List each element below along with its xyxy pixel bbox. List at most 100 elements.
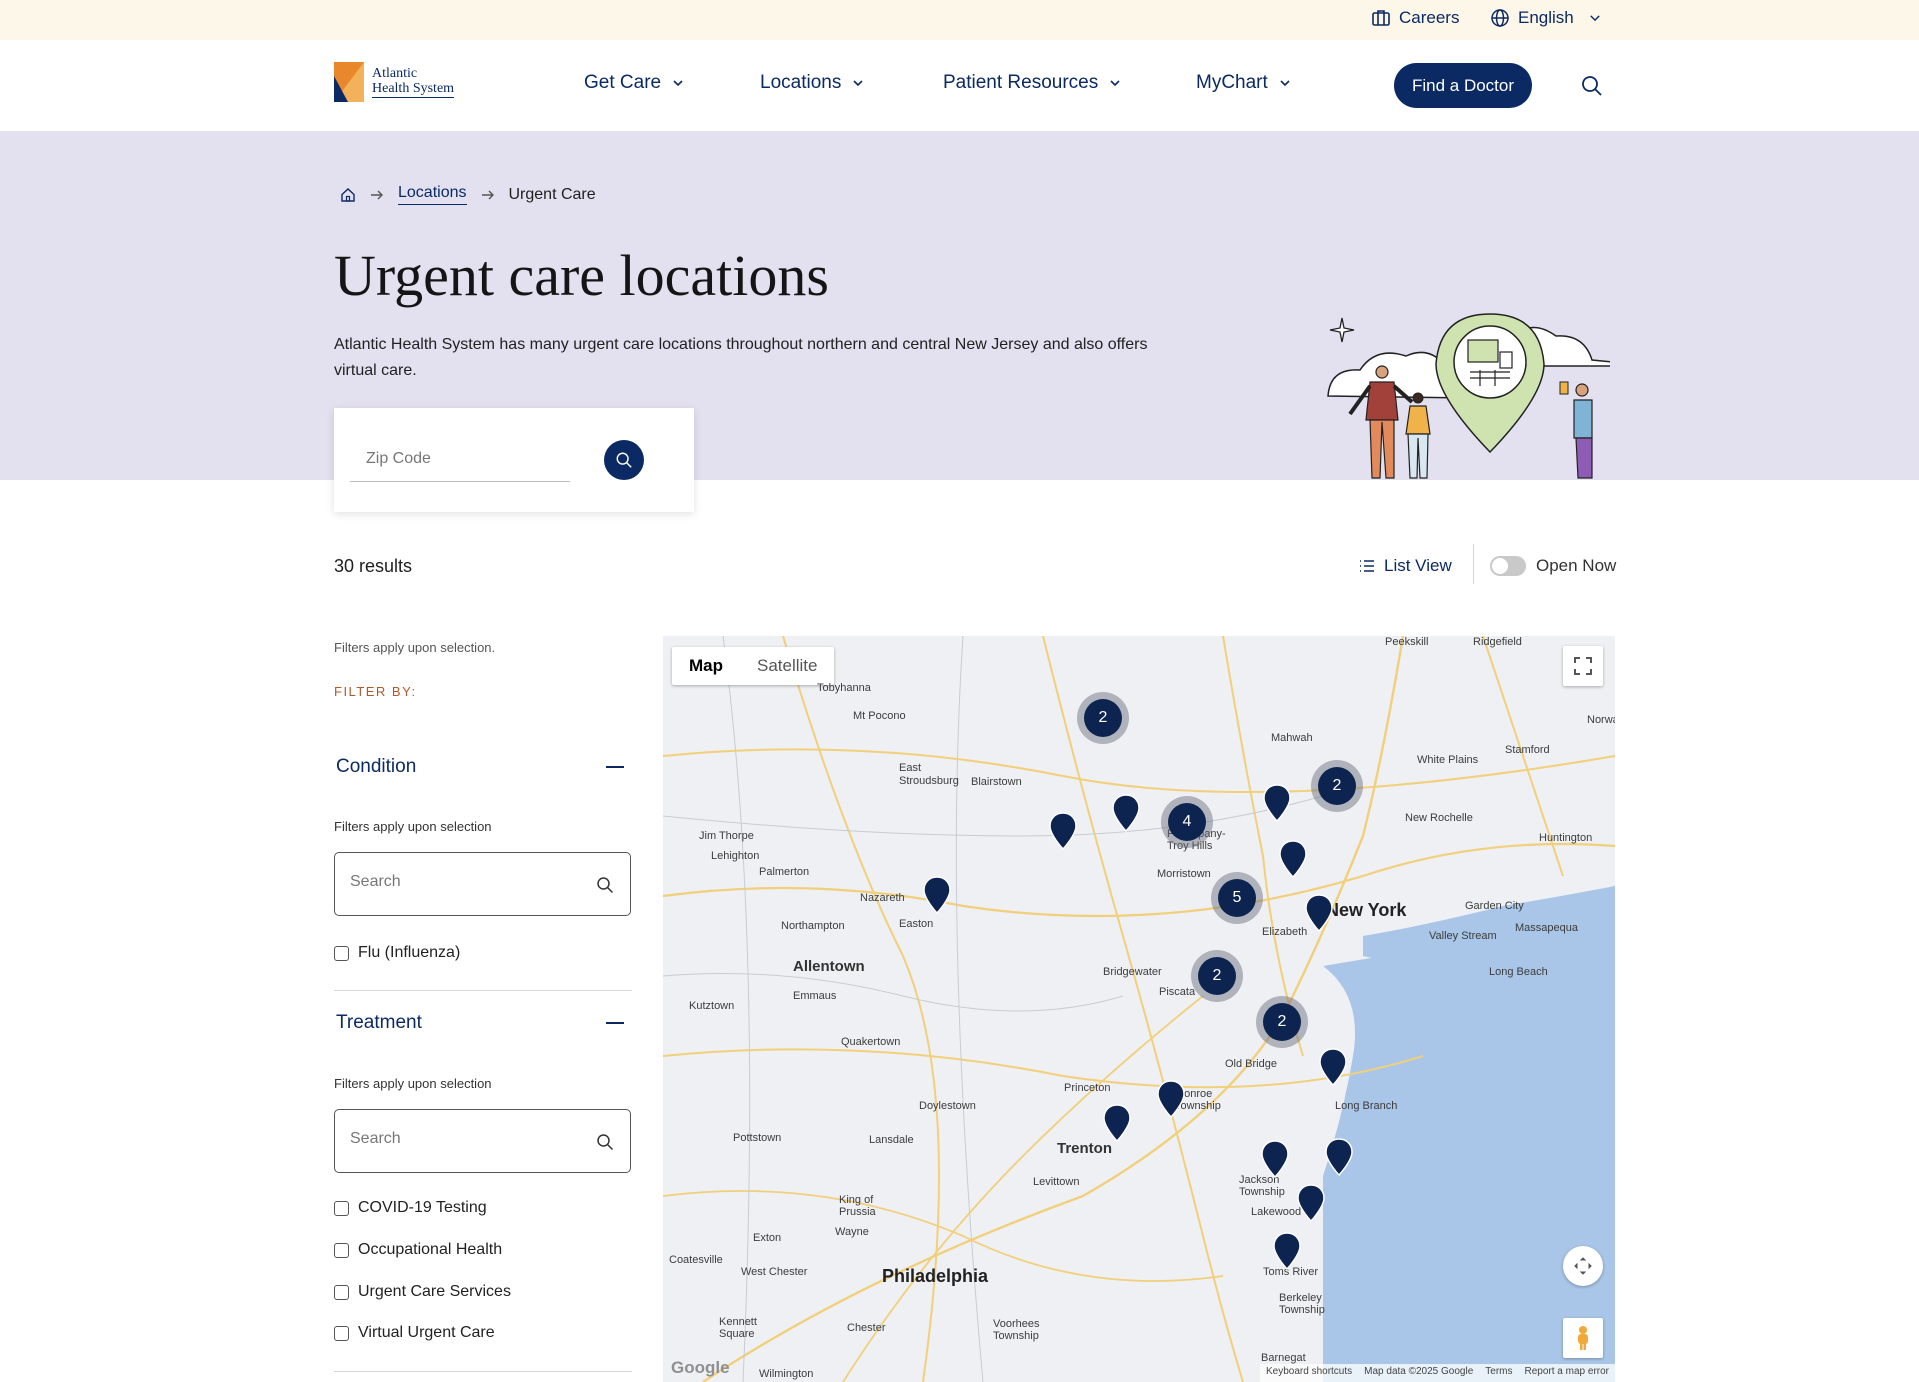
map-label-northampton: Northampton	[781, 920, 845, 932]
list-view-button[interactable]: List View	[1358, 556, 1452, 576]
nav-get-care-label: Get Care	[584, 72, 662, 93]
nav-get-care[interactable]: Get Care	[584, 72, 685, 94]
filter-option-occupational-health[interactable]: Occupational Health	[334, 1241, 502, 1259]
filter-option-label: Flu (Influenza)	[358, 944, 461, 961]
location-pin[interactable]	[1279, 840, 1307, 878]
terms-link[interactable]: Terms	[1485, 1366, 1512, 1380]
condition-search-input[interactable]	[350, 873, 570, 891]
location-pin[interactable]	[923, 876, 951, 914]
keyboard-shortcuts-link[interactable]: Keyboard shortcuts	[1266, 1366, 1352, 1380]
map-label-huntington: Huntington	[1539, 832, 1593, 844]
search-icon[interactable]	[1581, 75, 1603, 97]
condition-title: Condition	[336, 756, 417, 777]
location-pin[interactable]	[1049, 812, 1077, 850]
treatment-search-field	[334, 1109, 631, 1173]
map-cluster[interactable]: 4	[1161, 796, 1213, 848]
map-label-pottstown: Pottstown	[733, 1132, 782, 1144]
checkbox[interactable]	[334, 945, 349, 961]
map-label-massapequa: Massapequa	[1515, 922, 1578, 934]
careers-link[interactable]: Careers	[1371, 8, 1459, 28]
fullscreen-button[interactable]	[1563, 646, 1603, 686]
utility-bar: Careers English	[0, 0, 1919, 40]
map-cluster[interactable]: 2	[1256, 996, 1308, 1048]
cluster-count: 2	[1318, 767, 1356, 805]
site-header: Atlantic Health System Get Care Location…	[0, 40, 1919, 132]
map-attribution: Keyboard shortcuts Map data ©2025 Google…	[1259, 1364, 1615, 1382]
location-pin[interactable]	[1305, 894, 1333, 932]
map-label-norwalk: Norwalk	[1587, 714, 1615, 726]
checkbox[interactable]	[334, 1200, 349, 1216]
checkbox[interactable]	[334, 1325, 349, 1341]
map-label-levittown: Levittown	[1033, 1176, 1080, 1188]
location-pin[interactable]	[1319, 1048, 1347, 1086]
location-pin[interactable]	[1261, 1140, 1289, 1178]
cluster-count: 2	[1084, 699, 1122, 737]
map-label-coatesville: Coatesville	[669, 1254, 723, 1266]
map-label-wayne: Wayne	[835, 1226, 869, 1238]
map-label-stamford: Stamford	[1505, 744, 1550, 756]
map-label-jim-thorpe: Jim Thorpe	[699, 830, 754, 842]
page-title: Urgent care locations	[334, 243, 829, 308]
nav-mychart[interactable]: MyChart	[1196, 72, 1292, 94]
map-cluster[interactable]: 2	[1191, 950, 1243, 1002]
street-view-pegman[interactable]	[1563, 1318, 1603, 1358]
nav-locations[interactable]: Locations	[760, 72, 865, 94]
search-icon	[597, 877, 614, 894]
nav-patient-resources[interactable]: Patient Resources	[943, 72, 1122, 94]
treatment-search-input[interactable]	[350, 1130, 570, 1148]
map-label-allentown: Allentown	[793, 958, 865, 975]
filter-option-covid-testing[interactable]: COVID-19 Testing	[334, 1199, 487, 1217]
location-pin[interactable]	[1157, 1080, 1185, 1118]
open-now-toggle[interactable]	[1490, 556, 1526, 576]
treatment-section-toggle[interactable]: Treatment	[334, 1012, 632, 1034]
language-selector[interactable]: English	[1490, 8, 1602, 28]
map-label-palmerton: Palmerton	[759, 866, 810, 878]
map-label-lakewood: Lakewood	[1251, 1206, 1302, 1218]
arrow-right-icon	[481, 190, 494, 199]
zip-code-input[interactable]	[350, 436, 570, 482]
map-data-text: Map data ©2025 Google	[1364, 1366, 1474, 1377]
condition-filter-note: Filters apply upon selection	[334, 819, 492, 834]
filter-option-label: Occupational Health	[358, 1241, 503, 1258]
location-pin[interactable]	[1103, 1104, 1131, 1142]
nav-locations-label: Locations	[760, 72, 842, 93]
section-divider	[334, 1371, 632, 1372]
map-label-peekskill: Peekskill	[1385, 636, 1429, 648]
locations-map[interactable]: Map Satellite New York Philadelphia Tren…	[663, 636, 1615, 1382]
map-label-elizabeth: Elizabeth	[1262, 926, 1308, 938]
language-label: English	[1518, 8, 1574, 27]
map-cluster[interactable]: 2	[1077, 692, 1129, 744]
map-tab-map[interactable]: Map	[672, 647, 740, 685]
filter-option-label: COVID-19 Testing	[358, 1199, 487, 1216]
site-logo[interactable]: Atlantic Health System	[334, 62, 455, 102]
logo-line-2: Health System	[372, 81, 455, 98]
location-pin[interactable]	[1263, 784, 1291, 822]
map-tab-satellite[interactable]: Satellite	[740, 647, 834, 685]
map-label-new-rochelle: New Rochelle	[1405, 812, 1473, 824]
open-now-toggle-group: Open Now	[1490, 556, 1616, 576]
report-map-error-link[interactable]: Report a map error	[1525, 1366, 1609, 1380]
location-pin[interactable]	[1112, 794, 1140, 832]
filter-option-virtual-urgent-care[interactable]: Virtual Urgent Care	[334, 1324, 495, 1342]
zip-search-button[interactable]	[604, 440, 644, 480]
map-cluster[interactable]: 2	[1311, 760, 1363, 812]
chevron-down-icon	[1280, 80, 1290, 87]
map-label-new-york: New York	[1326, 900, 1407, 920]
map-pan-control[interactable]	[1563, 1246, 1603, 1286]
condition-section-toggle[interactable]: Condition	[334, 756, 632, 778]
checkbox[interactable]	[334, 1242, 349, 1258]
location-pin[interactable]	[1325, 1138, 1353, 1176]
map-cluster[interactable]: 5	[1211, 872, 1263, 924]
breadcrumb-locations[interactable]: Locations	[398, 184, 467, 205]
map-label-ridgefield: Ridgefield	[1473, 636, 1522, 648]
results-divider	[1473, 544, 1474, 584]
filter-option-flu[interactable]: Flu (Influenza)	[334, 944, 460, 962]
location-pin[interactable]	[1297, 1184, 1325, 1222]
find-a-doctor-button[interactable]: Find a Doctor	[1394, 63, 1532, 108]
home-icon[interactable]	[340, 187, 356, 203]
checkbox[interactable]	[334, 1284, 349, 1300]
location-pin[interactable]	[1273, 1232, 1301, 1270]
map-label-nazareth: Nazareth	[860, 892, 905, 904]
filter-option-urgent-care-services[interactable]: Urgent Care Services	[334, 1283, 511, 1301]
map-label-old-bridge: Old Bridge	[1225, 1058, 1277, 1070]
